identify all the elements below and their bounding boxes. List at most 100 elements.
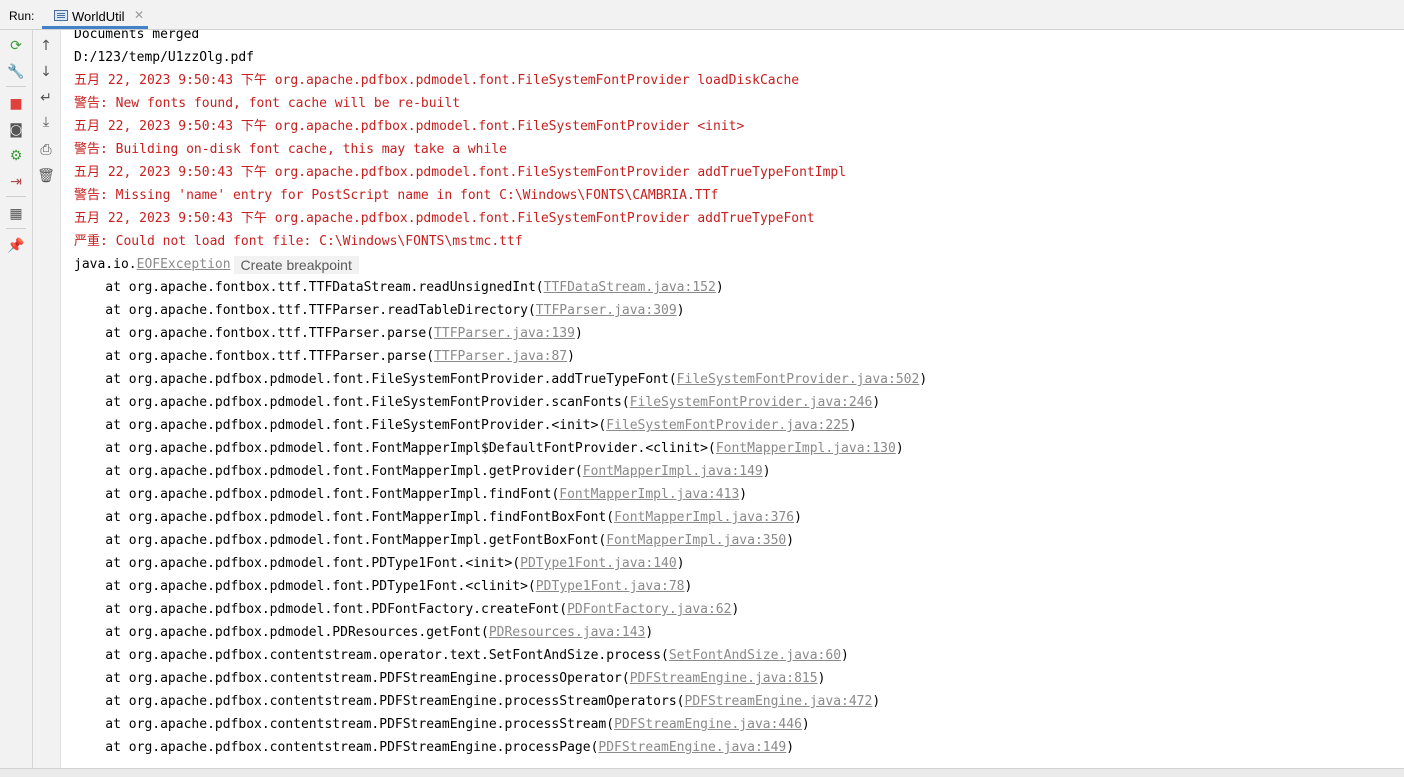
stack-frame-line: at org.apache.pdfbox.pdmodel.font.FileSy… [74, 372, 928, 387]
stack-frame-method: org.apache.pdfbox.pdmodel.font.FontMappe… [128, 464, 575, 479]
stack-frame-line: at org.apache.fontbox.ttf.TTFParser.read… [74, 303, 685, 318]
stack-frame-method: org.apache.pdfbox.pdmodel.font.PDType1Fo… [128, 579, 528, 594]
source-location-link[interactable]: TTFDataStream.java:152 [544, 280, 716, 295]
stack-frame-method: org.apache.pdfbox.contentstream.PDFStrea… [128, 717, 607, 732]
stack-frame-method: org.apache.pdfbox.pdmodel.font.FileSyste… [128, 395, 622, 410]
run-label: Run: [9, 9, 35, 23]
run-toolbar-primary: ⟳ 🔧 ■ ◙ ⚙ ⇥ ▦ 📌 [0, 30, 33, 768]
source-location-link[interactable]: TTFParser.java:139 [434, 326, 575, 341]
console-output[interactable]: Documents merged D:/123/temp/U1zzOlg.pdf 五… [61, 30, 1404, 768]
stack-frame-line: at org.apache.pdfbox.pdmodel.font.FontMa… [74, 487, 748, 502]
stack-frame-method: org.apache.pdfbox.contentstream.PDFStrea… [128, 671, 622, 686]
stack-frame-method: org.apache.fontbox.ttf.TTFDataStream.rea… [128, 280, 536, 295]
stack-frame-line: at org.apache.pdfbox.contentstream.PDFSt… [74, 694, 881, 709]
stack-frame-line: at org.apache.pdfbox.contentstream.PDFSt… [74, 740, 795, 755]
stack-frame-method: org.apache.pdfbox.pdmodel.font.FontMappe… [128, 441, 708, 456]
stack-frame-method: org.apache.pdfbox.pdmodel.font.FileSyste… [128, 372, 669, 387]
console-line: 严重: Could not load font file: C:\Windows… [74, 234, 523, 249]
stack-frame-line: at org.apache.pdfbox.pdmodel.font.PDType… [74, 579, 693, 594]
console-line: 五月 22, 2023 9:50:43 下午 org.apache.pdfbox… [74, 211, 815, 226]
settings-gear-icon[interactable]: ⚙ [6, 146, 26, 166]
source-location-link[interactable]: TTFParser.java:87 [434, 349, 567, 364]
stack-frame-line: at org.apache.pdfbox.contentstream.PDFSt… [74, 717, 810, 732]
console-icon [54, 10, 68, 21]
source-location-link[interactable]: PDFStreamEngine.java:149 [598, 740, 786, 755]
stack-frame-line: at org.apache.fontbox.ttf.TTFParser.pars… [74, 326, 583, 341]
stack-frame-method: org.apache.pdfbox.pdmodel.font.FileSyste… [128, 418, 599, 433]
camera-icon[interactable]: ◙ [6, 120, 26, 140]
console-line: 警告: Building on-disk font cache, this ma… [74, 142, 507, 157]
scroll-to-end-icon[interactable]: ⤓ [36, 112, 56, 132]
toolbar-separator [6, 228, 26, 229]
stack-frame-method: org.apache.fontbox.ttf.TTFParser.parse [128, 349, 427, 364]
soft-wrap-icon[interactable]: ↵ [36, 88, 56, 108]
tab-worldutil[interactable]: WorldUtil ✕ [42, 4, 148, 29]
source-location-link[interactable]: FontMapperImpl.java:350 [606, 533, 786, 548]
run-tool-window-header: Run: WorldUtil ✕ [0, 4, 1404, 30]
stack-frame-line: at org.apache.fontbox.ttf.TTFParser.pars… [74, 349, 575, 364]
rerun-icon[interactable]: ⟳ [6, 36, 26, 56]
stack-frame-line: at org.apache.pdfbox.contentstream.PDFSt… [74, 671, 826, 686]
exception-line: java.io.EOFException Create breakpoint [74, 253, 359, 276]
run-toolbar-secondary: ↑ ↓ ↵ ⤓ ⎙ 🗑 [33, 30, 61, 768]
close-icon[interactable]: ✕ [134, 8, 144, 22]
source-location-link[interactable]: PDResources.java:143 [489, 625, 646, 640]
stack-frame-method: org.apache.pdfbox.pdmodel.font.FontMappe… [128, 533, 599, 548]
source-location-link[interactable]: FontMapperImpl.java:413 [559, 487, 739, 502]
stack-frame-method: org.apache.pdfbox.pdmodel.font.FontMappe… [128, 487, 552, 502]
stack-frame-method: org.apache.pdfbox.contentstream.operator… [128, 648, 662, 663]
login-icon[interactable]: ⇥ [6, 172, 26, 192]
console-line: 五月 22, 2023 9:50:43 下午 org.apache.pdfbox… [74, 165, 847, 180]
source-location-link[interactable]: PDType1Font.java:78 [536, 579, 685, 594]
console-line: 警告: New fonts found, font cache will be … [74, 96, 461, 111]
print-icon[interactable]: ⎙ [36, 140, 56, 160]
console-line: 五月 22, 2023 9:50:43 下午 org.apache.pdfbox… [74, 119, 745, 134]
stack-frame-method: org.apache.pdfbox.pdmodel.font.PDFontFac… [128, 602, 560, 617]
wrench-icon[interactable]: 🔧 [6, 62, 26, 82]
toolbar-separator [6, 196, 26, 197]
create-breakpoint-tooltip[interactable]: Create breakpoint [233, 255, 359, 274]
source-location-link[interactable]: FileSystemFontProvider.java:246 [630, 395, 873, 410]
console-line: Documents merged [74, 30, 200, 42]
source-location-link[interactable]: FontMapperImpl.java:376 [614, 510, 794, 525]
stack-frame-line: at org.apache.fontbox.ttf.TTFDataStream.… [74, 280, 724, 295]
source-location-link[interactable]: PDType1Font.java:140 [520, 556, 677, 571]
stack-frame-line: at org.apache.pdfbox.contentstream.opera… [74, 648, 849, 663]
up-arrow-icon[interactable]: ↑ [36, 36, 56, 56]
source-location-link[interactable]: TTFParser.java:309 [536, 303, 677, 318]
console-line: D:/123/temp/U1zzOlg.pdf [74, 50, 255, 65]
console-line: 五月 22, 2023 9:50:43 下午 org.apache.pdfbox… [74, 73, 800, 88]
tab-label: WorldUtil [72, 9, 125, 24]
stack-frame-method: org.apache.pdfbox.pdmodel.font.FontMappe… [128, 510, 607, 525]
source-location-link[interactable]: PDFontFactory.java:62 [567, 602, 731, 617]
source-location-link[interactable]: FileSystemFontProvider.java:502 [677, 372, 920, 387]
stack-frame-line: at org.apache.pdfbox.pdmodel.font.PDFont… [74, 602, 740, 617]
stack-frame-method: org.apache.pdfbox.pdmodel.font.PDType1Fo… [128, 556, 513, 571]
stack-frame-line: at org.apache.pdfbox.pdmodel.font.FontMa… [74, 441, 904, 456]
stack-frame-line: at org.apache.pdfbox.pdmodel.font.FontMa… [74, 464, 771, 479]
stack-frame-method: org.apache.pdfbox.pdmodel.PDResources.ge… [128, 625, 481, 640]
stack-frame-method: org.apache.pdfbox.contentstream.PDFStrea… [128, 694, 677, 709]
source-location-link[interactable]: FileSystemFontProvider.java:225 [606, 418, 849, 433]
source-location-link[interactable]: PDFStreamEngine.java:472 [685, 694, 873, 709]
toolbar-separator [6, 86, 26, 87]
source-location-link[interactable]: PDFStreamEngine.java:446 [614, 717, 802, 732]
source-location-link[interactable]: PDFStreamEngine.java:815 [630, 671, 818, 686]
source-location-link[interactable]: FontMapperImpl.java:130 [716, 441, 896, 456]
stack-frame-line: at org.apache.pdfbox.pdmodel.font.FontMa… [74, 510, 802, 525]
stop-icon[interactable]: ■ [6, 94, 26, 114]
stack-frame-method: org.apache.fontbox.ttf.TTFParser.readTab… [128, 303, 528, 318]
pin-icon[interactable]: 📌 [6, 236, 26, 256]
stack-frame-method: org.apache.pdfbox.contentstream.PDFStrea… [128, 740, 591, 755]
trash-icon[interactable]: 🗑 [36, 166, 56, 186]
stack-frame-line: at org.apache.pdfbox.pdmodel.font.FileSy… [74, 395, 881, 410]
down-arrow-icon[interactable]: ↓ [36, 62, 56, 82]
source-location-link[interactable]: SetFontAndSize.java:60 [669, 648, 841, 663]
stack-frame-line: at org.apache.pdfbox.pdmodel.PDResources… [74, 625, 654, 640]
exception-package: java.io. [74, 257, 137, 272]
stack-frame-line: at org.apache.pdfbox.pdmodel.font.FontMa… [74, 533, 795, 548]
stack-frame-method: org.apache.fontbox.ttf.TTFParser.parse [128, 326, 427, 341]
exception-class-link[interactable]: EOFException [137, 257, 231, 272]
source-location-link[interactable]: FontMapperImpl.java:149 [583, 464, 763, 479]
layout-icon[interactable]: ▦ [6, 204, 26, 224]
